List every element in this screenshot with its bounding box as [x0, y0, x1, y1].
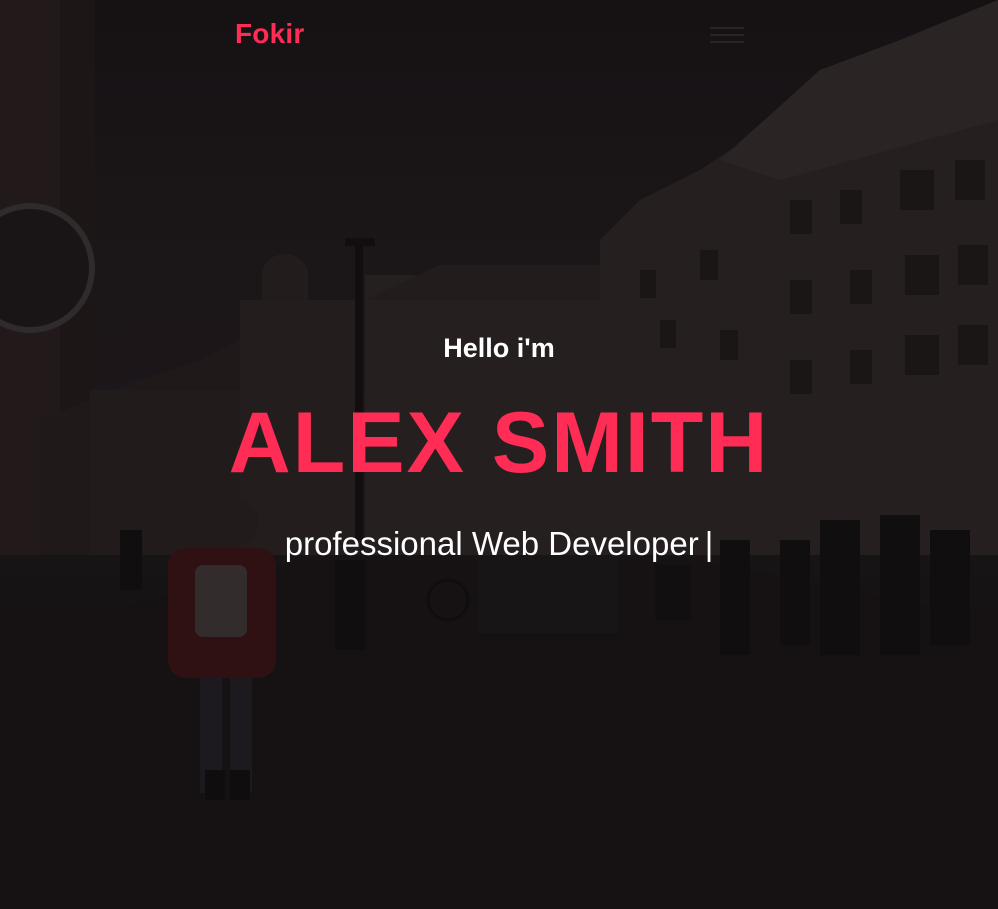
- hero-section: Fokir Hello i'm ALEX SMITH professional …: [0, 0, 998, 909]
- menu-line: [710, 41, 744, 43]
- top-navbar: Fokir: [0, 0, 998, 72]
- hero-greeting: Hello i'm: [443, 333, 555, 363]
- brand-logo[interactable]: Fokir: [235, 18, 304, 50]
- hamburger-menu-icon[interactable]: [710, 22, 746, 48]
- menu-line: [710, 34, 744, 36]
- menu-line: [710, 27, 744, 29]
- typing-cursor: |: [704, 525, 714, 562]
- hero-tagline-wrapper: professional Web Developer |: [0, 523, 998, 565]
- hero-name: ALEX SMITH: [228, 395, 770, 491]
- hero-tagline: professional Web Developer: [284, 525, 699, 562]
